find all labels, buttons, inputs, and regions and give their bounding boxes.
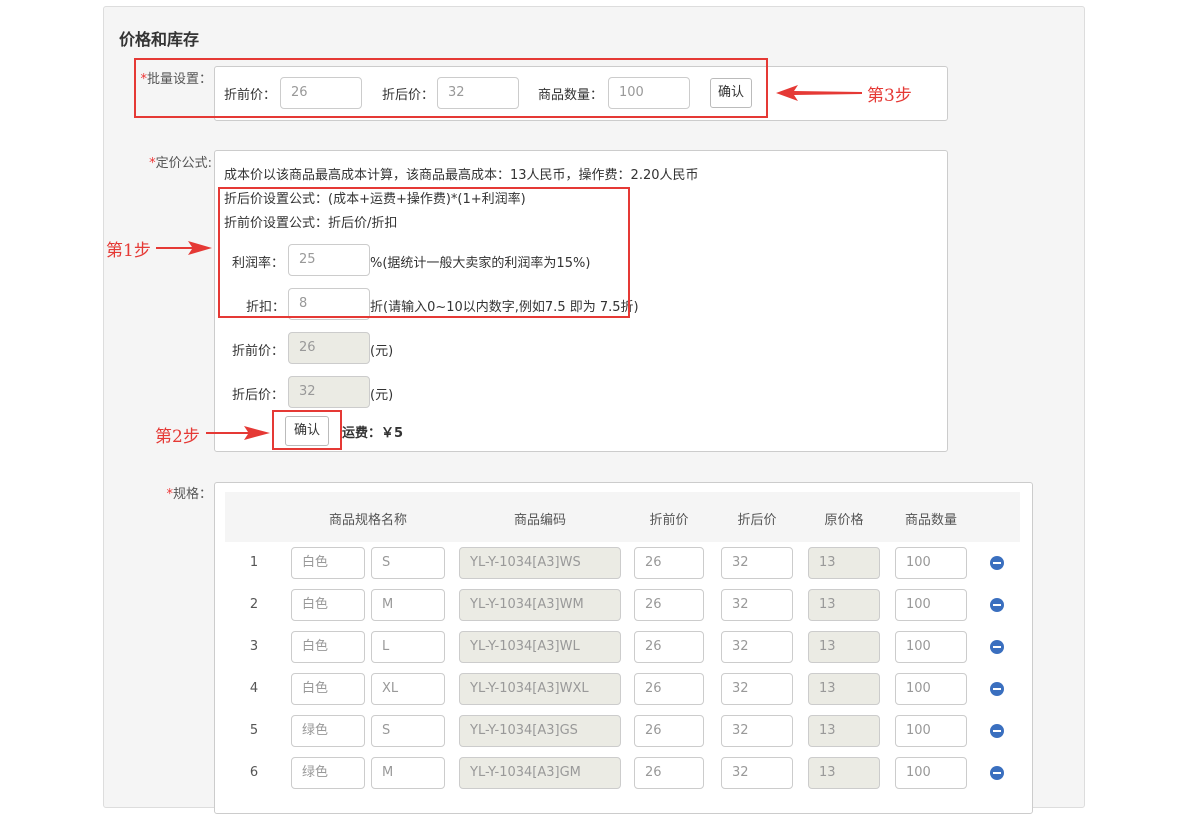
spec-row-number: 5 bbox=[249, 723, 259, 738]
spec-disc-input[interactable]: 32 bbox=[721, 547, 793, 579]
spec-orig-input[interactable]: 26 bbox=[634, 547, 704, 579]
spec-code-input: YL-Y-1034[A3]GM bbox=[459, 757, 621, 789]
spec-color-input[interactable]: 白色 bbox=[291, 547, 365, 579]
calc-disc-input: 32 bbox=[288, 376, 370, 408]
remove-row-icon[interactable] bbox=[990, 556, 1004, 570]
step3-label: 第3步 bbox=[867, 86, 912, 106]
spec-row-number: 2 bbox=[249, 597, 259, 612]
calc-orig-unit: (元) bbox=[370, 344, 394, 359]
spec-price-input: 13 bbox=[808, 715, 880, 747]
calc-disc-unit: (元) bbox=[370, 388, 394, 403]
spec-code-input: YL-Y-1034[A3]WL bbox=[459, 631, 621, 663]
spec-label: *规格： bbox=[166, 487, 212, 502]
spec-size-input[interactable]: M bbox=[371, 589, 445, 621]
spec-disc-input[interactable]: 32 bbox=[721, 715, 793, 747]
spec-disc-input[interactable]: 32 bbox=[721, 673, 793, 705]
step1-arrow-icon bbox=[156, 241, 212, 255]
spec-code-input: YL-Y-1034[A3]WM bbox=[459, 589, 621, 621]
header-qty: 商品数量 bbox=[904, 513, 957, 528]
header-disc-price: 折后价 bbox=[737, 513, 777, 528]
step3-highlight bbox=[134, 58, 768, 118]
remove-row-icon[interactable] bbox=[990, 640, 1004, 654]
calc-orig-label: 折前价： bbox=[232, 344, 285, 359]
spec-row-number: 1 bbox=[249, 555, 259, 570]
header-code: 商品编码 bbox=[513, 513, 566, 528]
spec-price-input: 13 bbox=[808, 631, 880, 663]
header-orig-price: 折前价 bbox=[649, 513, 689, 528]
step3-arrow-icon bbox=[776, 85, 862, 101]
spec-orig-input[interactable]: 26 bbox=[634, 673, 704, 705]
step1-highlight bbox=[218, 187, 630, 318]
spec-size-input[interactable]: XL bbox=[371, 673, 445, 705]
spec-orig-input[interactable]: 26 bbox=[634, 757, 704, 789]
step2-label: 第2步 bbox=[155, 427, 200, 447]
spec-price-input: 13 bbox=[808, 589, 880, 621]
shipping-fee: 运费：￥5 bbox=[342, 426, 404, 441]
remove-row-icon[interactable] bbox=[990, 766, 1004, 780]
spec-disc-input[interactable]: 32 bbox=[721, 589, 793, 621]
spec-orig-input[interactable]: 26 bbox=[634, 589, 704, 621]
section-title: 价格和库存 bbox=[119, 30, 200, 49]
spec-qty-input[interactable]: 100 bbox=[895, 673, 967, 705]
spec-size-input[interactable]: M bbox=[371, 757, 445, 789]
spec-orig-input[interactable]: 26 bbox=[634, 715, 704, 747]
calc-orig-input: 26 bbox=[288, 332, 370, 364]
spec-price-input: 13 bbox=[808, 757, 880, 789]
spec-price-input: 13 bbox=[808, 673, 880, 705]
step2-highlight bbox=[272, 410, 342, 450]
spec-qty-input[interactable]: 100 bbox=[895, 589, 967, 621]
spec-size-input[interactable]: S bbox=[371, 547, 445, 579]
spec-qty-input[interactable]: 100 bbox=[895, 547, 967, 579]
spec-color-input[interactable]: 白色 bbox=[291, 589, 365, 621]
spec-price-input: 13 bbox=[808, 547, 880, 579]
spec-orig-input[interactable]: 26 bbox=[634, 631, 704, 663]
header-spec-name: 商品规格名称 bbox=[328, 513, 407, 528]
spec-size-input[interactable]: S bbox=[371, 715, 445, 747]
remove-row-icon[interactable] bbox=[990, 724, 1004, 738]
spec-qty-input[interactable]: 100 bbox=[895, 757, 967, 789]
spec-qty-input[interactable]: 100 bbox=[895, 715, 967, 747]
calc-disc-label: 折后价： bbox=[232, 388, 285, 403]
spec-color-input[interactable]: 白色 bbox=[291, 673, 365, 705]
spec-color-input[interactable]: 绿色 bbox=[291, 757, 365, 789]
formula-label: *定价公式: bbox=[149, 156, 212, 171]
spec-disc-input[interactable]: 32 bbox=[721, 631, 793, 663]
spec-size-input[interactable]: L bbox=[371, 631, 445, 663]
spec-row-number: 3 bbox=[249, 639, 259, 654]
spec-color-input[interactable]: 绿色 bbox=[291, 715, 365, 747]
spec-row-number: 6 bbox=[249, 765, 259, 780]
formula-line1: 成本价以该商品最高成本计算，该商品最高成本：13人民币，操作费：2.20人民币 bbox=[224, 168, 699, 183]
spec-code-input: YL-Y-1034[A3]WXL bbox=[459, 673, 621, 705]
remove-row-icon[interactable] bbox=[990, 682, 1004, 696]
header-price: 原价格 bbox=[824, 513, 864, 528]
spec-disc-input[interactable]: 32 bbox=[721, 757, 793, 789]
step1-label: 第1步 bbox=[106, 241, 151, 261]
spec-code-input: YL-Y-1034[A3]GS bbox=[459, 715, 621, 747]
spec-code-input: YL-Y-1034[A3]WS bbox=[459, 547, 621, 579]
step2-arrow-icon bbox=[206, 426, 270, 440]
spec-color-input[interactable]: 白色 bbox=[291, 631, 365, 663]
spec-row-number: 4 bbox=[249, 681, 259, 696]
spec-qty-input[interactable]: 100 bbox=[895, 631, 967, 663]
remove-row-icon[interactable] bbox=[990, 598, 1004, 612]
